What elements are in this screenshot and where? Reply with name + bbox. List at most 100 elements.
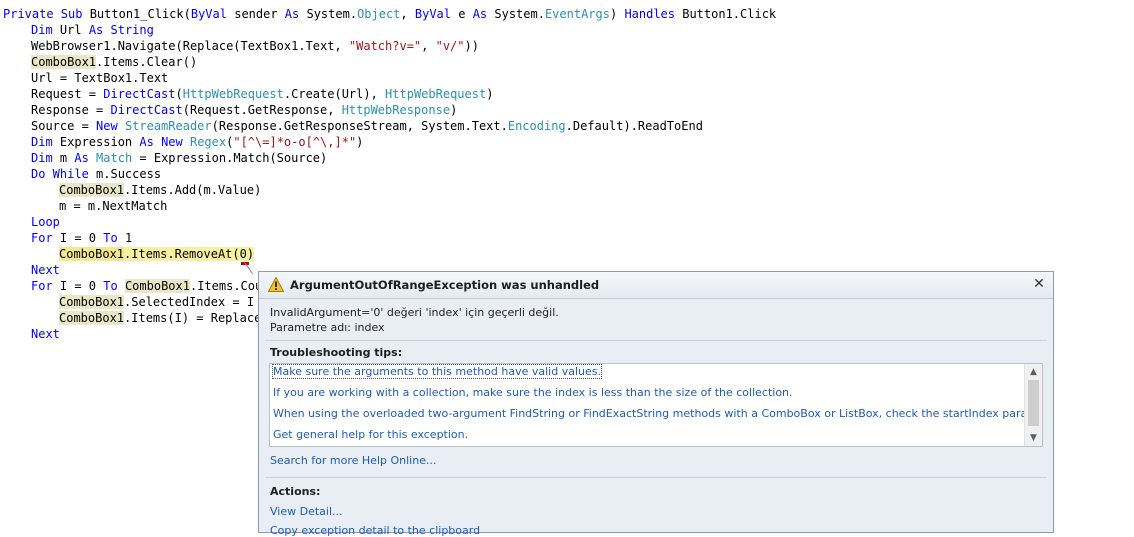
code-string: "[^\=]*o-o[^\,]*" [233,135,357,149]
scroll-thumb[interactable] [1028,380,1039,426]
warning-icon [268,277,284,292]
code-line[interactable]: ComboBox1.Items.RemoveAt(0) [59,246,255,262]
tips-scrollbar[interactable]: ▲ ▼ [1024,364,1042,446]
code-line[interactable]: ComboBox1.Items.Add(m.Value) [59,182,261,198]
exception-message-line: InvalidArgument='0' değeri 'index' için … [270,306,559,319]
code-token: ) [450,103,458,117]
code-line[interactable]: Do While m.Success [31,166,161,182]
code-keyword: Next [31,263,60,277]
code-keyword: To [103,231,125,245]
code-highlighted-reference: ComboBox1 [59,295,125,309]
code-line[interactable]: Dim Url As String [31,22,154,38]
code-string: "v/" [435,39,465,53]
code-token: m.Success [96,167,162,181]
code-token: Request = [31,87,104,101]
code-highlighted-reference: ComboBox1 [59,247,125,261]
code-type: Regex [189,135,227,149]
tip-link-collection-index[interactable]: If you are working with a collection, ma… [273,386,793,399]
troubleshooting-tips-heading: Troubleshooting tips: [270,346,403,359]
code-line[interactable]: Response = DirectCast(Request.GetRespons… [31,102,457,118]
code-keyword: Dim [31,135,60,149]
code-keyword: String [110,23,154,37]
code-string: "Watch?v=" [348,39,422,53]
tip-link-general-help[interactable]: Get general help for this exception. [273,428,468,441]
chevron-down-icon[interactable]: ▼ [1025,431,1042,445]
code-token: = Expression.Match(Source) [132,151,328,165]
tip-link-valid-arguments[interactable]: Make sure the arguments to this method h… [272,364,602,379]
code-highlighted-reference: ComboBox1 [59,311,125,325]
current-statement-highlight: ComboBox1.Items.RemoveAt(0) [59,247,255,261]
exception-header: ArgumentOutOfRangeException was unhandle… [259,272,1053,299]
code-type: StreamReader [124,119,212,133]
code-token: ) [609,7,625,21]
code-keyword: For [31,231,60,245]
code-token: ) [356,135,364,149]
code-type: Object [357,7,401,21]
code-line[interactable]: For I = 0 To 1 [31,230,132,246]
close-icon[interactable]: ✕ [1031,276,1047,292]
code-token: .Default).ReadToEnd [565,119,703,133]
code-keyword: To [103,279,125,293]
code-line[interactable]: Private Sub Button1_Click(ByVal sender A… [3,6,776,22]
code-token: ( [175,87,183,101]
code-token: System. [306,7,358,21]
code-keyword: ByVal [414,7,459,21]
code-token: (Response.GetResponseStream, System.Text… [211,119,508,133]
code-line[interactable]: Next [31,262,60,278]
code-highlighted-reference: ComboBox1 [124,279,190,293]
code-type: HttpWebRequest [385,87,487,101]
code-line[interactable]: For I = 0 To ComboBox1.Items.Cou [31,278,262,294]
code-token: Response = [31,103,111,117]
code-type: HttpWebResponse [341,103,451,117]
search-help-online-link[interactable]: Search for more Help Online... [270,454,436,467]
code-line[interactable]: ComboBox1.SelectedIndex = I [59,294,254,310]
code-token: .Create(Url), [283,87,386,101]
exception-parameter-line: Parametre adı: index [270,321,385,334]
code-keyword: ByVal [190,7,235,21]
code-token: m = m.NextMatch [59,199,168,213]
code-keyword: Dim [31,23,60,37]
copy-exception-detail-link[interactable]: Copy exception detail to the clipboard [270,524,480,537]
code-keyword: New [161,135,190,149]
code-token: e [458,7,473,21]
code-keyword: Next [31,327,60,341]
code-line[interactable]: ComboBox1.Items.Clear() [31,54,197,70]
code-keyword: Dim [31,151,60,165]
code-token: ) [486,87,494,101]
divider [265,340,1047,341]
code-token: System. [494,7,545,21]
code-line[interactable]: Request = DirectCast(HttpWebRequest.Crea… [31,86,493,102]
code-token: sender [234,7,285,21]
view-detail-link[interactable]: View Detail... [270,505,343,518]
code-token: Source = [31,119,97,133]
code-token: (Request.GetResponse, [182,103,342,117]
code-line[interactable]: Url = TextBox1.Text [31,70,168,86]
code-line[interactable]: Dim m As Match = Expression.Match(Source… [31,150,327,166]
code-highlighted-reference: ComboBox1 [31,55,97,69]
code-keyword: As [74,151,97,165]
chevron-up-icon[interactable]: ▲ [1025,365,1042,379]
code-type: EventArgs [544,7,610,21]
code-keyword: Do While [31,167,97,181]
code-type: Match [96,151,133,165]
code-line[interactable]: Dim Expression As New Regex("[^\=]*o-o[^… [31,134,363,150]
code-keyword: DirectCast [103,87,176,101]
exception-title: ArgumentOutOfRangeException was unhandle… [290,278,600,292]
code-keyword: As [88,23,111,37]
troubleshooting-tips-list[interactable]: Make sure the arguments to this method h… [269,363,1043,447]
code-keyword: DirectCast [110,103,183,117]
code-line[interactable]: ComboBox1.Items(I) = Replace( [59,310,269,326]
code-line[interactable]: m = m.NextMatch [59,198,167,214]
code-keyword: Private Sub [3,7,90,21]
code-line[interactable]: Next [31,326,60,342]
code-line[interactable]: WebBrowser1.Navigate(Replace(TextBox1.Te… [31,38,479,54]
code-line[interactable]: Loop [31,214,60,230]
code-token: Button1.Click [682,7,777,21]
code-token: Button1_Click( [89,7,191,21]
code-token: Expression [59,135,140,149]
code-type: HttpWebRequest [182,87,284,101]
code-token: m [59,151,75,165]
code-line[interactable]: Source = New StreamReader(Response.GetRe… [31,118,703,134]
code-keyword: For [31,279,60,293]
tip-link-findstring[interactable]: When using the overloaded two-argument F… [273,407,1042,420]
